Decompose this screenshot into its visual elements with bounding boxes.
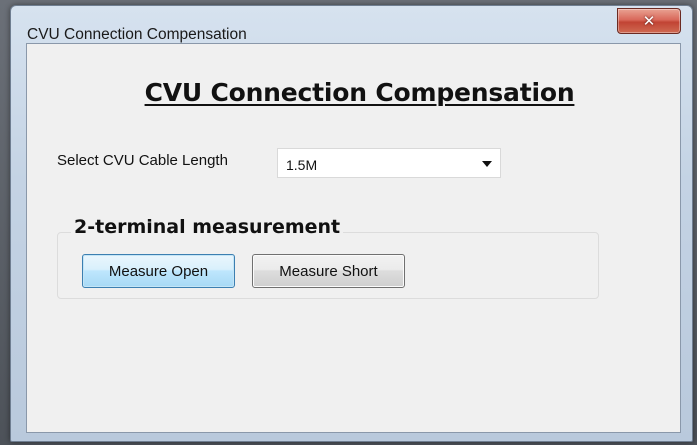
cable-length-dropdown[interactable]: 1.5M: [277, 148, 501, 178]
measure-open-button[interactable]: Measure Open: [82, 254, 235, 288]
chevron-down-icon[interactable]: [482, 161, 492, 167]
dialog-heading: CVU Connection Compensation: [144, 78, 575, 107]
close-button[interactable]: ✕: [617, 8, 681, 34]
dialog-window: CVU Connection Compensation ✕ CVU Connec…: [10, 5, 693, 442]
window-title: CVU Connection Compensation: [27, 26, 247, 43]
measure-short-button[interactable]: Measure Short: [252, 254, 405, 288]
groupbox-title: 2-terminal measurement: [71, 216, 344, 238]
cable-length-label: Select CVU Cable Length: [57, 152, 228, 169]
close-icon: ✕: [642, 12, 656, 30]
dialog-client-area: CVU Connection Compensation Select CVU C…: [26, 43, 681, 433]
cable-length-value: 1.5M: [286, 157, 318, 173]
